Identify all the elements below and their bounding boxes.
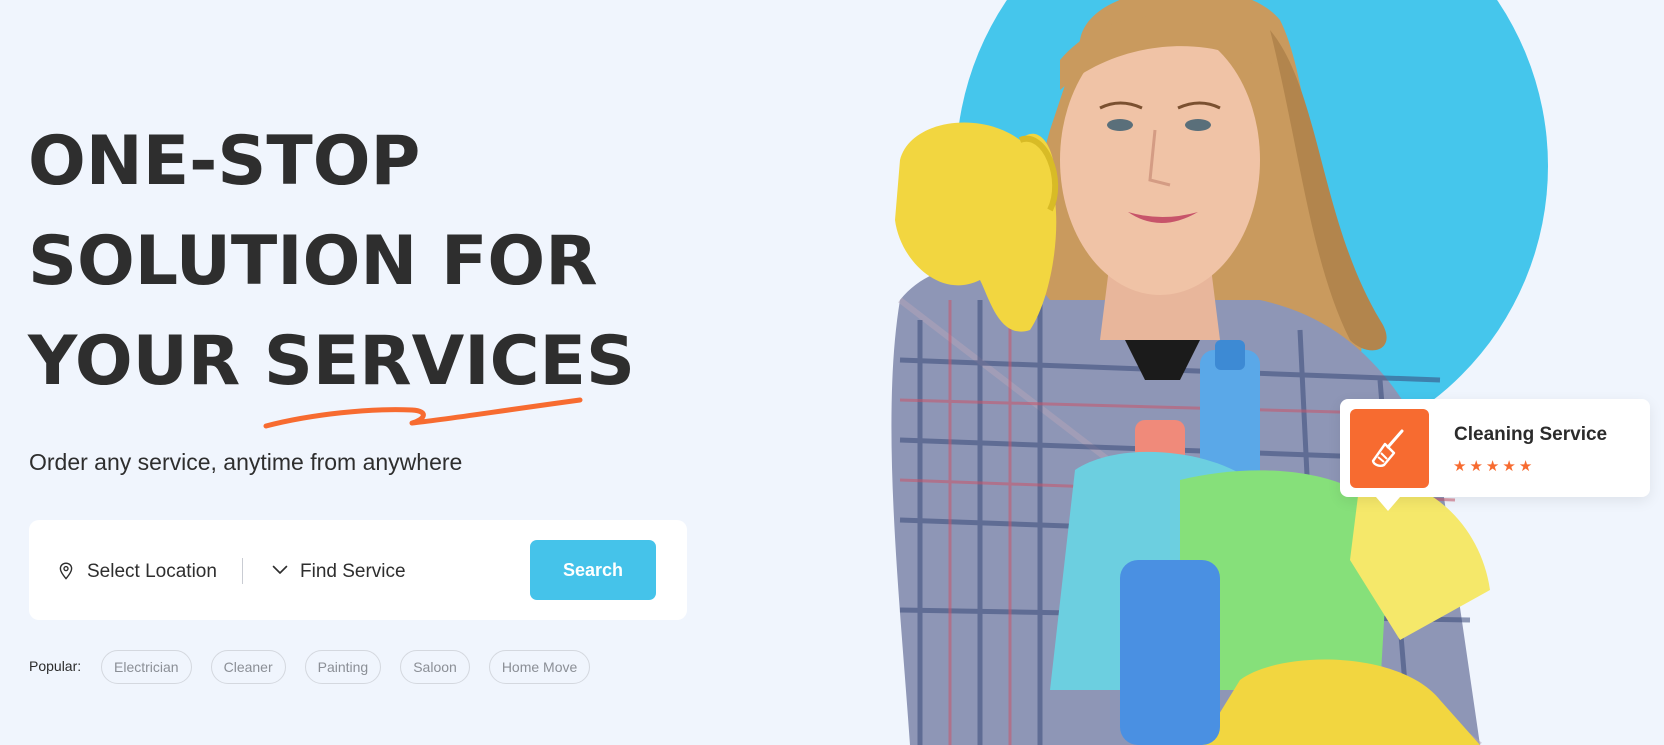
cleaner-woman-image [891,0,1490,745]
hero-title-line-3: YOUR SERVICES [28,312,635,429]
star-icon: ★ [1453,458,1467,475]
star-icon: ★ [1469,458,1483,475]
hero-title-highlight: SERVICES [263,312,635,429]
star-icon: ★ [1502,458,1516,475]
hero-title-prefix: YOUR [28,322,264,401]
location-pin-icon [59,562,73,580]
hero-title: ONE-STOP SOLUTION FOR YOUR SERVICES [28,112,635,429]
broom-icon [1371,429,1403,467]
service-card[interactable]: Cleaning Service ★ ★ ★ ★ ★ [1340,399,1650,511]
popular-label: Popular: [29,658,82,674]
service-card-title: Cleaning Service [1454,424,1608,445]
find-service-dropdown[interactable]: Find Service [300,561,406,583]
select-location-field[interactable]: Select Location [87,561,217,583]
broom-icon-box [1350,409,1429,488]
rating-stars: ★ ★ ★ ★ ★ [1453,459,1532,474]
hero-section: ONE-STOP SOLUTION FOR YOUR SERVICES Orde… [0,0,1664,745]
popular-tags: Electrician Cleaner Painting Saloon Home… [101,650,591,684]
tag-saloon[interactable]: Saloon [400,650,470,684]
tag-cleaner[interactable]: Cleaner [210,650,286,684]
hero-title-line-1: ONE-STOP [28,122,421,201]
tag-home-move[interactable]: Home Move [488,650,591,684]
star-icon: ★ [1485,458,1500,475]
squiggle-underline-icon [263,397,583,429]
chevron-down-icon[interactable] [272,565,288,575]
search-divider [242,558,243,584]
search-bar: Select Location Find Service Search [29,520,687,620]
search-button[interactable]: Search [530,540,656,600]
hero-title-line-2: SOLUTION FOR [28,222,598,301]
hero-subtitle: Order any service, anytime from anywhere [29,449,463,475]
star-icon: ★ [1518,458,1533,475]
tag-painting[interactable]: Painting [304,650,382,684]
tag-electrician[interactable]: Electrician [101,650,192,684]
